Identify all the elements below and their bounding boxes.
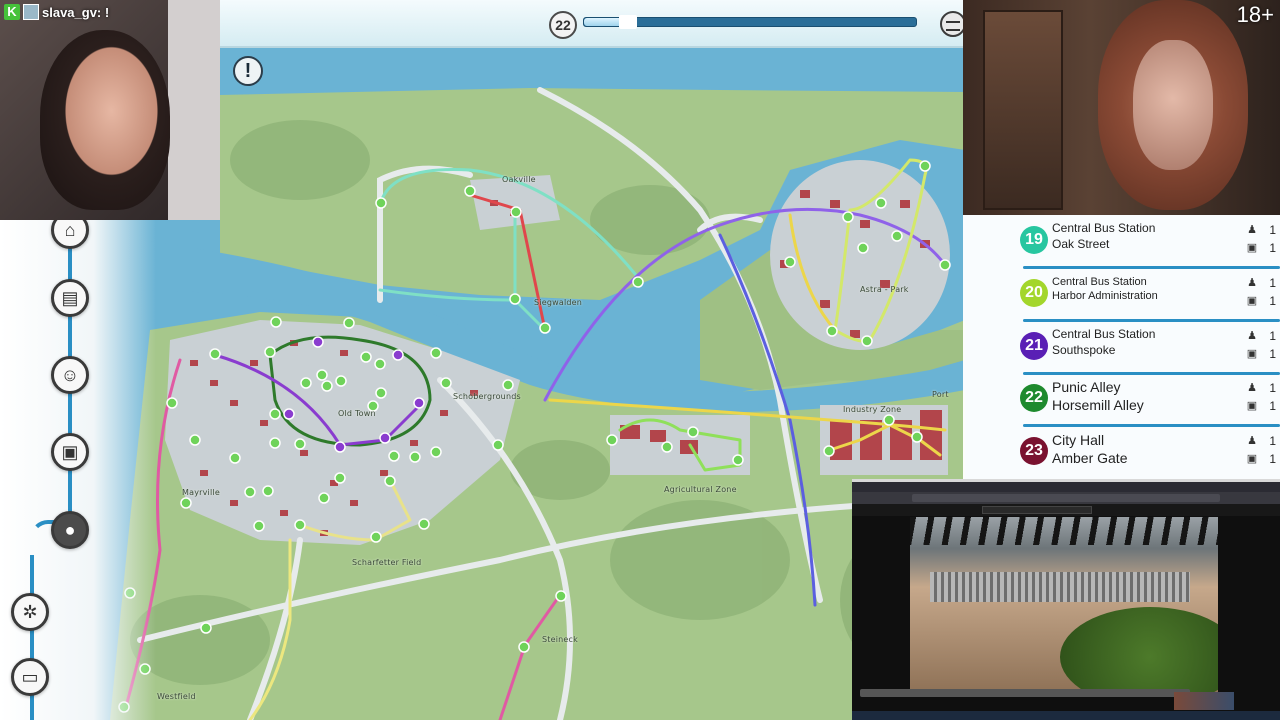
city-icon: ⌂	[64, 219, 76, 240]
row-divider	[1023, 424, 1280, 427]
bus-count: 1	[1269, 399, 1276, 413]
driver-icon: ♟	[1247, 277, 1257, 289]
line-end-stop: Southspoke	[1052, 343, 1116, 357]
line-row-20[interactable]: 20 Central Bus Station Harbor Administra…	[963, 270, 1280, 322]
kick-logo-icon: K	[4, 4, 20, 20]
line-start-stop: Central Bus Station	[1052, 221, 1156, 235]
label-agricultural-zone: Agricultural Zone	[664, 485, 737, 494]
progress-marker	[619, 15, 637, 29]
embedded-browser-window[interactable]	[852, 479, 1280, 720]
label-old-town: Old Town	[338, 409, 376, 418]
line-row-22[interactable]: 22 Punic Alley Horsemill Alley ♟ 1 ▣ 1	[963, 375, 1280, 427]
chat-user: K slava_gv: !	[4, 4, 109, 20]
webcam-streamer: K slava_gv: !	[0, 0, 220, 220]
webcam-shelf	[983, 10, 1063, 210]
line-number-badge: 20	[1020, 279, 1048, 307]
line-start-stop: City Hall	[1052, 432, 1105, 448]
line-number-badge: 21	[1020, 332, 1048, 360]
driver-count: 1	[1269, 223, 1276, 237]
video-town	[930, 572, 1190, 602]
map-icon: ▤	[61, 287, 79, 308]
label-steineck: Steineck	[542, 635, 578, 644]
line-row-21[interactable]: 21 Central Bus Station Southspoke ♟ 1 ▣ …	[963, 323, 1280, 375]
line-end-stop: Harbor Administration	[1052, 290, 1158, 302]
label-mayrville: Mayrville	[182, 488, 220, 497]
driver-count: 1	[1269, 329, 1276, 343]
people-icon: ●	[64, 519, 76, 540]
driver-count: 1	[1269, 276, 1276, 290]
driver-icon: ♟	[1247, 330, 1257, 342]
taskbar[interactable]	[852, 711, 1280, 720]
video-player[interactable]	[910, 517, 1218, 692]
buses-button[interactable]: ▣	[51, 433, 89, 471]
bus-icon: ▣	[1246, 295, 1258, 307]
recommended-video-thumbnail[interactable]	[1174, 692, 1234, 710]
bus-icon: ▣	[1246, 348, 1258, 360]
line-number-badge: 22	[1020, 384, 1048, 412]
label-westfield: Westfield	[157, 692, 196, 701]
webcam-person	[1133, 40, 1213, 170]
webcam-background	[168, 0, 220, 220]
driver-icon: ☺	[60, 364, 80, 385]
label-scharfetter-field: Scharfetter Field	[352, 558, 422, 567]
row-divider	[1023, 319, 1280, 322]
bus-icon: ▣	[1246, 453, 1258, 465]
bus-count: 1	[1269, 294, 1276, 308]
line-end-stop: Horsemill Alley	[1052, 397, 1144, 413]
monitor-icon: ▭	[21, 666, 39, 687]
settings-button[interactable]: ✲	[11, 593, 49, 631]
video-site-header	[852, 504, 1280, 516]
bus-lines-panel: 19 Central Bus Station Oak Street ♟ 1 ▣ …	[963, 215, 1280, 480]
monitor-button[interactable]: ▭	[11, 658, 49, 696]
bus-count: 1	[1269, 452, 1276, 466]
label-industry-zone: Industry Zone	[843, 405, 902, 414]
alert-icon[interactable]: !	[233, 56, 263, 86]
current-line-badge[interactable]: 22	[549, 11, 577, 39]
line-number-badge: 23	[1020, 437, 1048, 465]
line-start-stop: Central Bus Station	[1052, 327, 1156, 341]
label-schobergrounds: Schobergrounds	[453, 392, 521, 401]
video-tree	[1060, 607, 1218, 692]
line-start-stop: Central Bus Station	[1052, 276, 1147, 288]
video-search-input[interactable]	[982, 506, 1092, 514]
line-row-23[interactable]: 23 City Hall Amber Gate ♟ 1 ▣ 1	[963, 428, 1280, 480]
webcam-person	[40, 30, 170, 210]
line-end-stop: Oak Street	[1052, 237, 1110, 251]
browser-address-bar[interactable]	[852, 492, 1280, 504]
line-row-19[interactable]: 19 Central Bus Station Oak Street ♟ 1 ▣ …	[963, 217, 1280, 269]
label-port: Port	[932, 390, 949, 399]
age-rating: 18+	[1236, 2, 1274, 27]
screen: Oakville Siegwalden Old Town Schobergrou…	[0, 0, 1280, 720]
bus-icon: ▣	[1246, 242, 1258, 254]
line-number-badge: 19	[1020, 226, 1048, 254]
webcam-guest: 18+	[963, 0, 1280, 215]
map-button[interactable]: ▤	[51, 279, 89, 317]
row-divider	[1023, 266, 1280, 269]
label-astra-park: Astra - Park	[860, 285, 909, 294]
line-end-stop: Amber Gate	[1052, 450, 1128, 466]
driver-count: 1	[1269, 381, 1276, 395]
label-oakville: Oakville	[502, 175, 536, 184]
video-title	[860, 689, 1190, 697]
driver-count: 1	[1269, 434, 1276, 448]
driver-icon: ♟	[1247, 224, 1257, 236]
bus-count: 1	[1269, 347, 1276, 361]
line-start-stop: Punic Alley	[1052, 379, 1121, 395]
chat-username: slava_gv: !	[42, 4, 110, 20]
gears-icon: ✲	[22, 601, 38, 622]
driver-icon: ♟	[1247, 435, 1257, 447]
browser-tab-strip[interactable]	[852, 482, 1280, 492]
driver-icon: ♟	[1247, 382, 1257, 394]
video-fence	[910, 517, 1218, 545]
passengers-button[interactable]: ●	[51, 511, 89, 549]
label-siegwalden: Siegwalden	[534, 298, 583, 307]
drivers-button[interactable]: ☺	[51, 356, 89, 394]
bus-count: 1	[1269, 241, 1276, 255]
bus-icon: ▣	[61, 441, 79, 462]
bus-icon: ▣	[1246, 400, 1258, 412]
user-avatar	[23, 4, 39, 20]
